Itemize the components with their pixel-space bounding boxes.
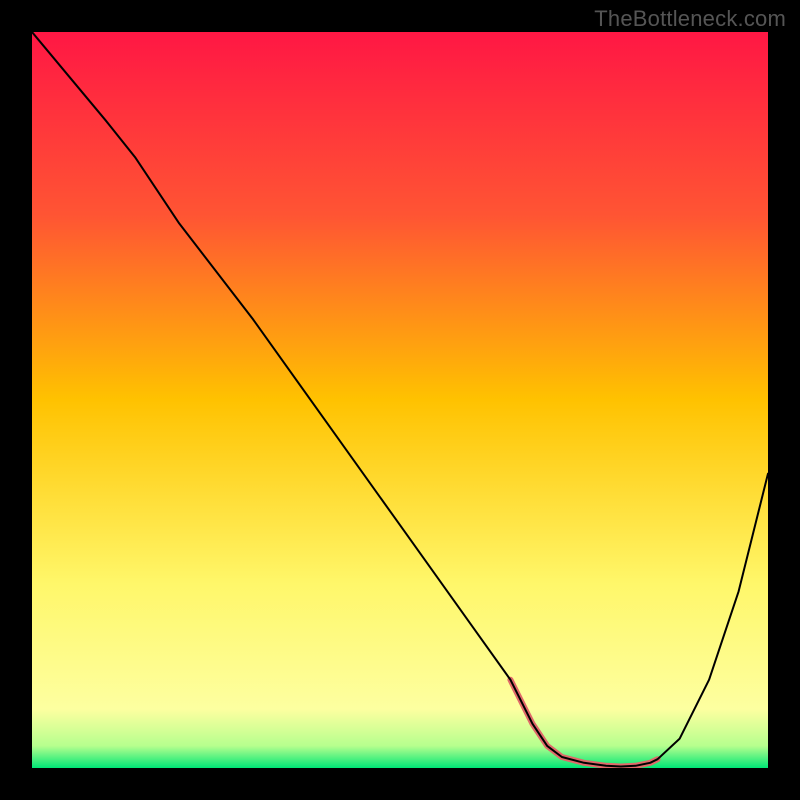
chart-container <box>32 32 768 768</box>
chart-svg <box>32 32 768 768</box>
chart-background <box>32 32 768 768</box>
watermark-text: TheBottleneck.com <box>594 6 786 32</box>
